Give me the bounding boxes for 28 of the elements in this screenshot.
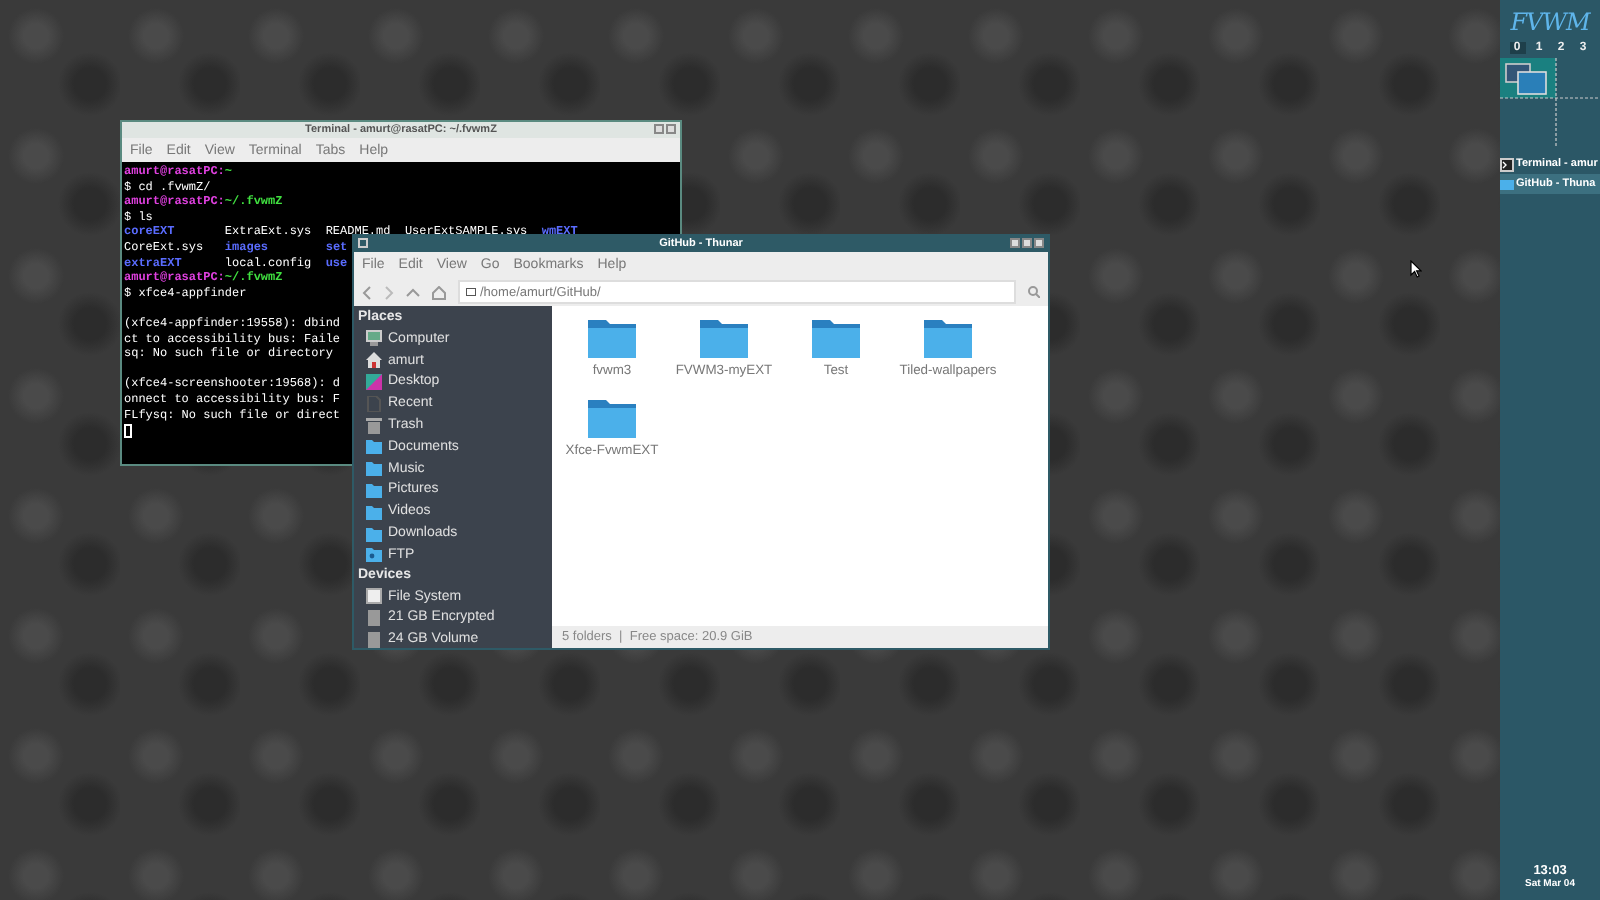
maximize-button[interactable] — [666, 124, 676, 134]
minimize-button[interactable] — [1010, 238, 1020, 248]
folder-icon — [812, 318, 860, 358]
logo: FVWM — [1508, 8, 1593, 38]
home-icon[interactable] — [432, 285, 446, 299]
forward-icon[interactable] — [384, 285, 394, 299]
trash-icon — [366, 417, 382, 434]
document-icon — [366, 395, 382, 412]
window-menu-icon[interactable] — [358, 238, 368, 248]
folder-icon — [1500, 177, 1514, 191]
search-icon[interactable] — [1028, 286, 1040, 298]
folder-icon — [466, 288, 476, 296]
maximize-button[interactable] — [1022, 238, 1032, 248]
network-folder-icon — [366, 546, 382, 563]
back-icon[interactable] — [362, 285, 372, 299]
folder-icon — [588, 398, 636, 438]
up-icon[interactable] — [406, 287, 420, 297]
workspace-pager-drawing[interactable] — [1500, 58, 1600, 146]
home-icon — [366, 352, 382, 369]
terminal-icon — [1500, 157, 1514, 171]
computer-icon — [366, 330, 382, 347]
folder-icon — [700, 318, 748, 358]
mouse-pointer-icon — [1410, 260, 1422, 278]
folder-icon — [588, 318, 636, 358]
folder-icon — [924, 318, 972, 358]
close-button[interactable] — [1034, 238, 1044, 248]
desktop-icon — [366, 373, 382, 390]
minimize-button[interactable] — [654, 124, 664, 134]
